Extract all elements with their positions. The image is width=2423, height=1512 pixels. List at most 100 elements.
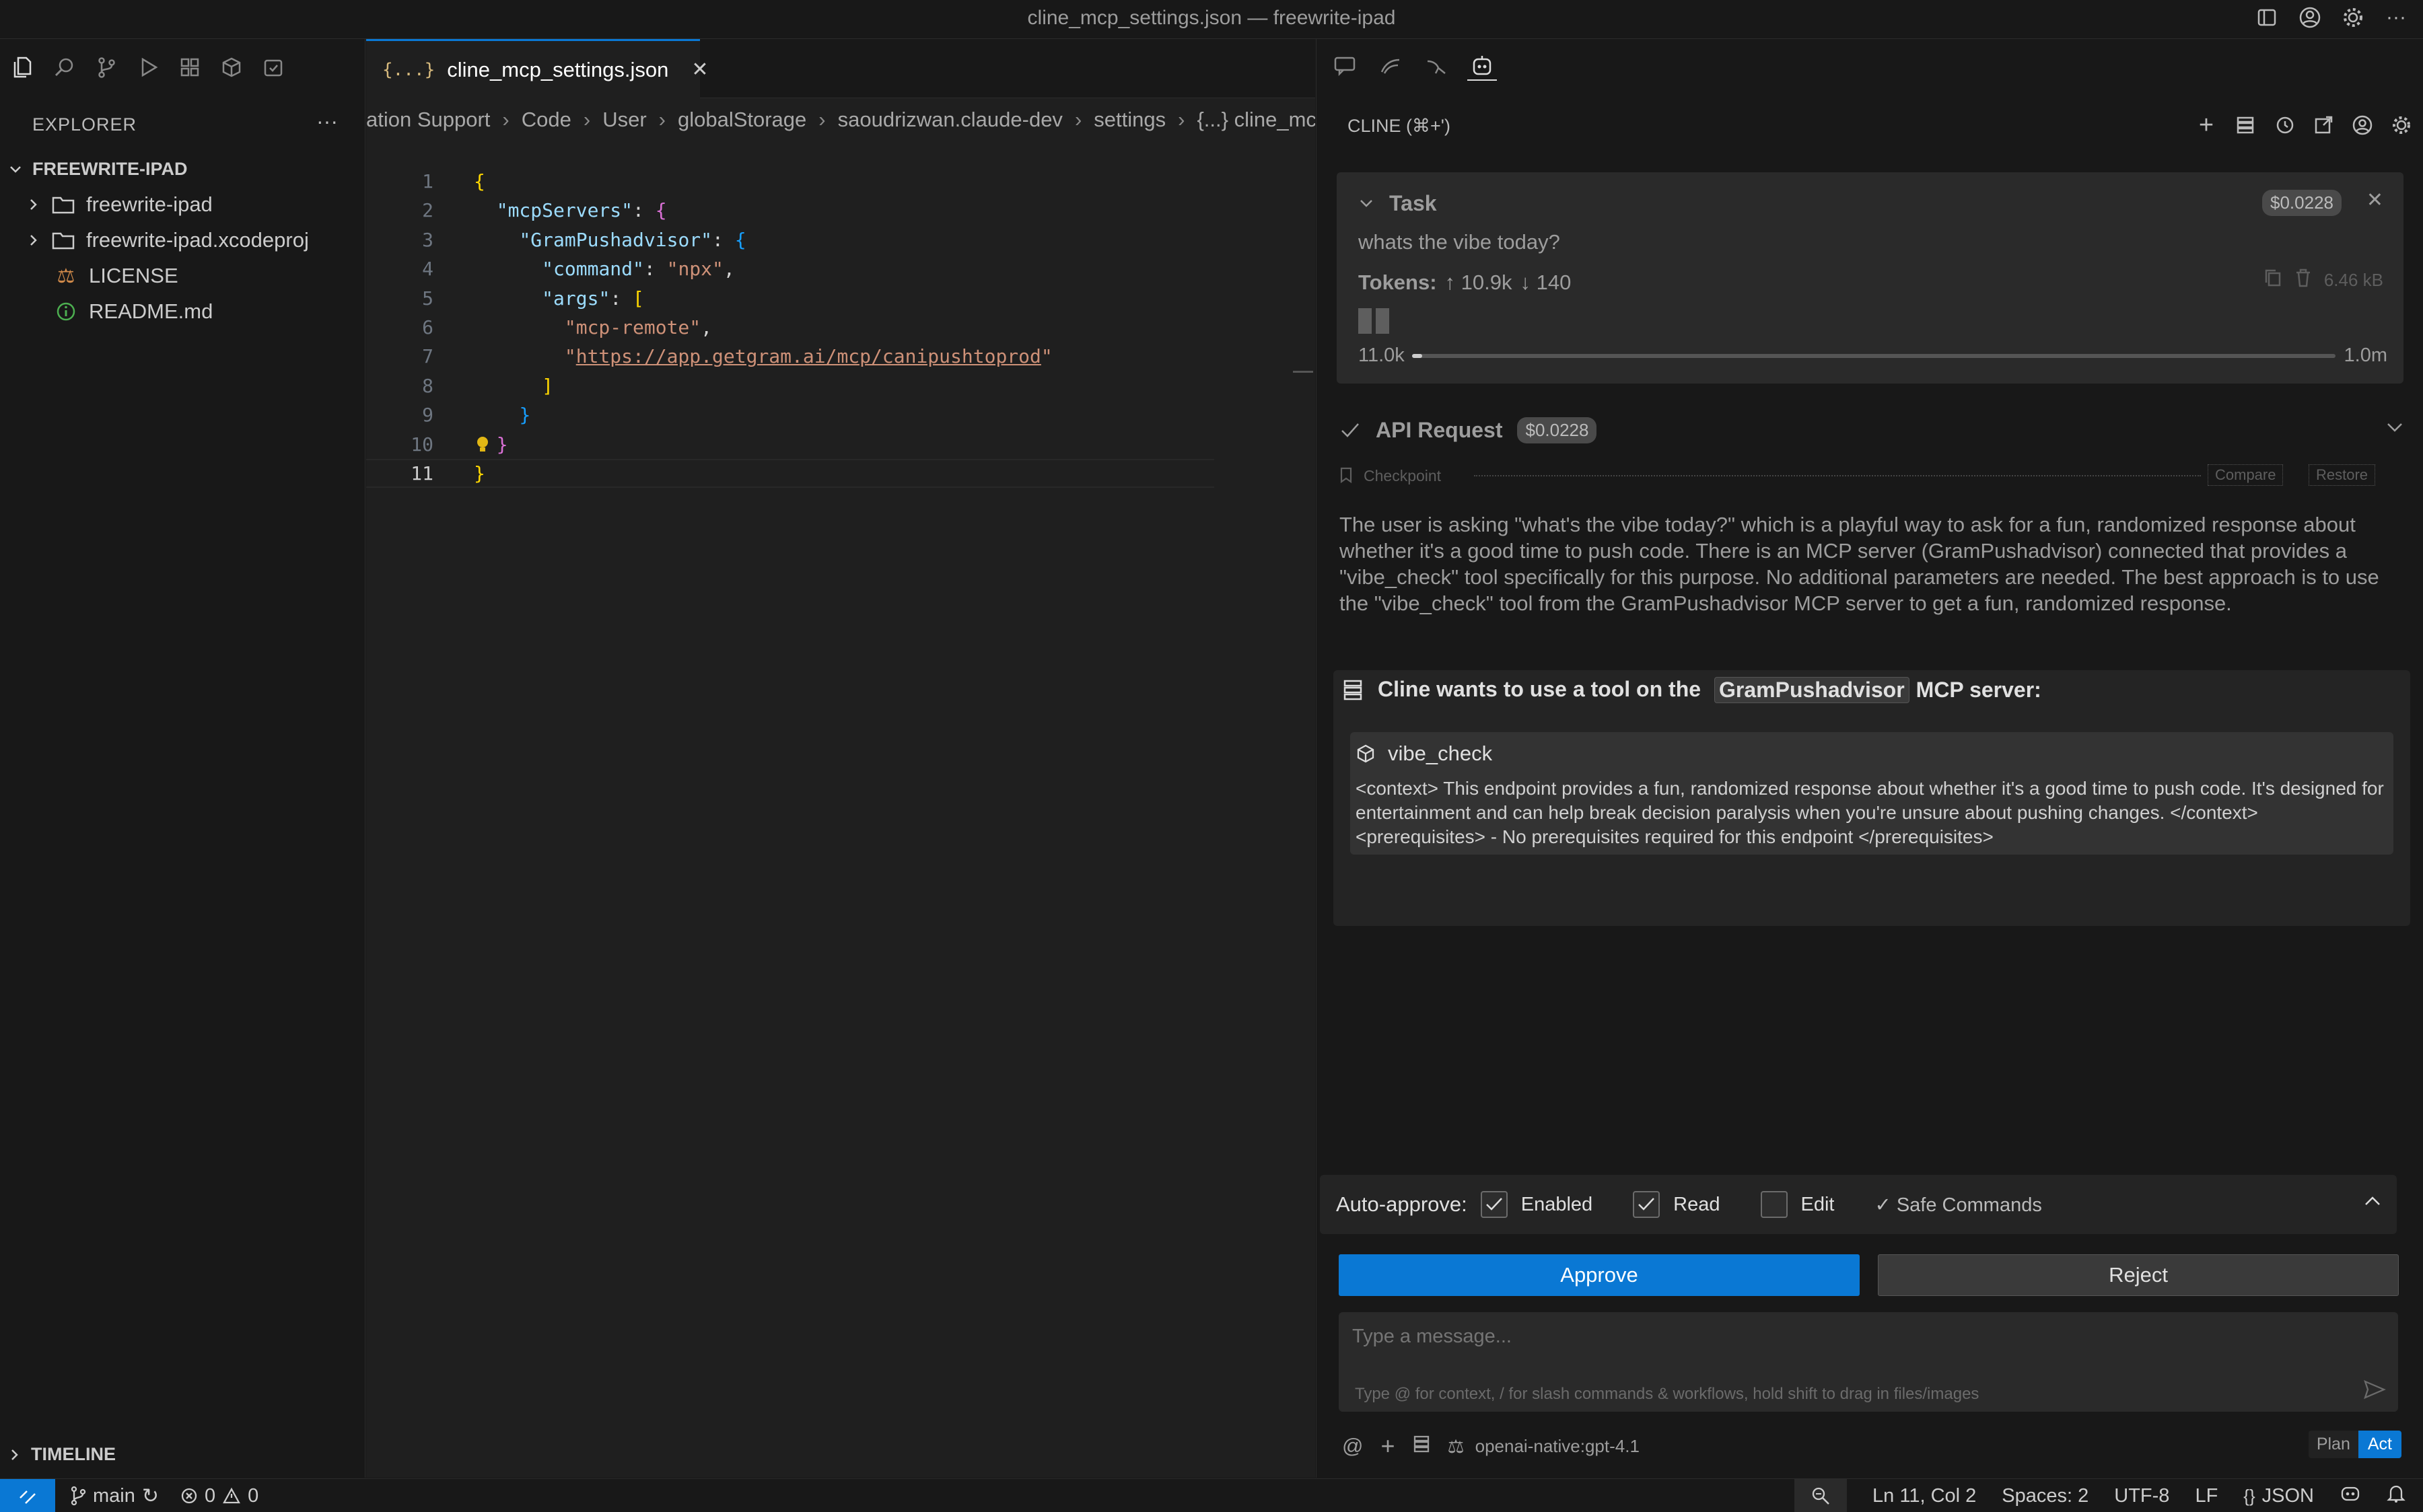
status-bar: main ↻ 0 0 Ln 11, Col 2 Spaces: 2 UTF-8 … [0,1478,2423,1512]
input-toolbar: @ + ⚖ openai-native:gpt-4.1 [1342,1432,1640,1460]
breadcrumb-item[interactable]: settings [1094,108,1166,132]
explorer-icon[interactable] [9,54,36,81]
timeline-label: TIMELINE [31,1444,116,1464]
breadcrumb-item[interactable]: globalStorage [678,108,806,132]
copy-icon[interactable] [2263,268,2282,293]
line-ending[interactable]: LF [2195,1485,2218,1507]
trash-icon[interactable] [2294,268,2312,293]
lightbulb-icon[interactable] [475,433,490,462]
enabled-label: Enabled [1520,1193,1593,1215]
workspace-root-label: FREEWRITE-IPAD [32,159,188,179]
input-hint: Type @ for context, / for slash commands… [1355,1385,1979,1403]
chevron-down-icon[interactable] [1358,197,1374,211]
url-link[interactable]: https://app.getgram.ai/mcp/canipushtopro… [576,345,1041,367]
api-request-row[interactable]: API Request $0.0228 [1339,417,1597,443]
plan-mode-button[interactable]: Plan [2308,1431,2358,1458]
task-card: Task $0.0228 ✕ whats the vibe today? Tok… [1337,172,2403,384]
compare-button[interactable]: Compare [2208,464,2284,486]
bell-icon[interactable] [2387,1483,2406,1509]
chevron-down-icon [10,166,21,173]
line-number: 10 [411,433,433,456]
history-icon[interactable] [2270,110,2299,140]
copilot-icon[interactable] [2340,1484,2361,1508]
wave-icon[interactable] [1376,51,1405,81]
account-icon[interactable] [2296,4,2323,31]
breadcrumb-item[interactable]: Code [522,108,571,132]
testing-icon[interactable] [260,54,287,81]
tree-item-file[interactable]: ⚖ LICENSE [52,262,178,289]
act-mode-button[interactable]: Act [2358,1431,2401,1458]
read-checkbox[interactable] [1633,1191,1660,1218]
chevron-down-icon[interactable] [2385,420,2404,438]
cursor-position[interactable]: Ln 11, Col 2 [1872,1485,1976,1507]
indentation[interactable]: Spaces: 2 [2002,1485,2088,1507]
rules-icon[interactable]: ⚖ [1448,1435,1465,1457]
plus-icon[interactable]: + [1380,1432,1395,1460]
restore-button[interactable]: Restore [2309,464,2376,486]
breadcrumb-item[interactable]: User [602,108,646,132]
plus-icon[interactable]: + [2191,110,2221,140]
code-line: "mcpServers": { [496,199,667,222]
mcp-servers-icon[interactable] [2231,110,2260,140]
branch-indicator[interactable]: main ↻ [70,1484,159,1508]
breadcrumb-separator-icon: › [502,108,510,131]
approve-button[interactable]: Approve [1339,1254,1860,1296]
tree-item-label: LICENSE [89,264,178,287]
task-cost-badge: $0.0228 [2262,190,2342,216]
code-line: } [474,462,485,484]
source-control-icon[interactable] [93,54,120,81]
close-icon[interactable]: ✕ [2366,188,2383,212]
message-input-box[interactable]: Type @ for context, / for slash commands… [1339,1312,2398,1412]
run-debug-icon[interactable] [135,54,162,81]
breadcrumb-item[interactable]: saoudrizwan.claude-dev [838,108,1063,132]
toggle-panel-icon[interactable] [2253,4,2280,31]
plan-act-toggle: Plan Act [2308,1431,2401,1458]
tokens-in: ↑ 10.9k [1444,271,1512,294]
timeline-section[interactable]: TIMELINE [8,1444,116,1465]
breadcrumb-item[interactable]: {...} cline_mc [1197,108,1315,132]
edit-checkbox[interactable] [1760,1191,1788,1218]
breadcrumb-item[interactable]: ation Support [366,108,490,132]
cline-robot-icon[interactable] [1467,51,1497,81]
line-number: 1 [422,170,433,192]
api-request-label: API Request [1376,418,1503,442]
gear-icon[interactable] [2387,110,2416,140]
sync-icon[interactable]: ↻ [142,1484,159,1508]
close-icon[interactable]: ✕ [691,58,708,81]
extensions-icon[interactable] [176,54,203,81]
tree-item-file[interactable]: README.md [52,298,213,325]
line-number: 8 [422,374,433,397]
send-icon[interactable] [2363,1379,2386,1403]
popout-icon[interactable] [2309,110,2338,140]
gear-icon[interactable] [2340,4,2366,31]
safe-commands-label[interactable]: ✓ Safe Commands [1874,1193,2041,1217]
model-selector[interactable]: openai-native:gpt-4.1 [1475,1436,1640,1457]
tab-cline-mcp-settings[interactable]: {...} cline_mcp_settings.json ✕ [366,39,709,98]
remote-indicator[interactable] [0,1479,55,1512]
mcp-servers-icon[interactable] [1413,1435,1430,1458]
chat-icon[interactable] [1330,51,1360,81]
workspace-root[interactable]: FREEWRITE-IPAD [8,159,188,180]
containers-icon[interactable] [218,54,245,81]
enabled-checkbox[interactable] [1480,1191,1508,1218]
kangaroo-icon[interactable] [1421,51,1451,81]
account-icon[interactable] [2348,110,2377,140]
message-input[interactable] [1352,1322,2294,1351]
chevron-up-icon[interactable] [2363,1194,2382,1212]
problems-indicator[interactable]: 0 0 [180,1485,258,1507]
more-icon[interactable]: ··· [2383,4,2410,31]
encoding[interactable]: UTF-8 [2114,1485,2169,1507]
zoom-icon[interactable] [1794,1479,1848,1512]
language-mode[interactable]: {} JSON [2243,1485,2314,1507]
more-actions-icon[interactable]: ··· [316,109,338,134]
search-icon[interactable] [51,54,78,81]
tree-item-folder[interactable]: freewrite-ipad.xcodeproj [27,227,309,254]
panel-tabs [1330,51,1497,81]
json-file-icon: {...} [382,59,435,80]
tool-details: vibe_check <context> This endpoint provi… [1350,732,2393,855]
reject-button[interactable]: Reject [1878,1254,2399,1296]
at-mention-icon[interactable]: @ [1342,1434,1363,1458]
tree-item-folder[interactable]: freewrite-ipad [27,191,213,218]
tool-request-suffix: MCP server: [1916,678,2041,702]
context-used: 11.0k [1358,345,1405,366]
